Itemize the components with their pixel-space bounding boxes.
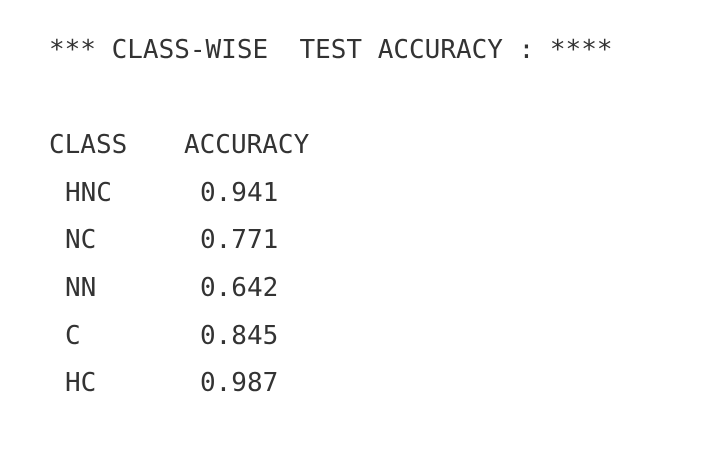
row-class: C (65, 321, 81, 351)
output-title: *** CLASS-WISE TEST ACCURACY : **** (49, 35, 613, 65)
row-accuracy: 0.987 (200, 368, 279, 398)
row-accuracy: 0.642 (200, 273, 279, 303)
column-header-accuracy: ACCURACY (184, 130, 310, 160)
row-accuracy: 0.845 (200, 321, 279, 351)
column-header-class: CLASS (49, 130, 128, 160)
row-class: NC (65, 225, 97, 255)
row-accuracy: 0.941 (200, 178, 279, 208)
row-class: NN (65, 273, 97, 303)
row-class: HNC (65, 178, 112, 208)
row-class: HC (65, 368, 97, 398)
row-accuracy: 0.771 (200, 225, 279, 255)
